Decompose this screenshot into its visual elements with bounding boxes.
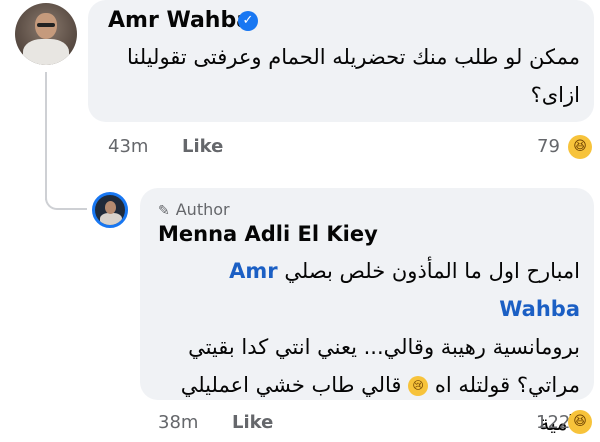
avatar[interactable] [15,3,77,65]
verified-badge-icon: ✓ [238,11,258,31]
comment-text: ممكن لو طلب منك تحضريله الحمام وعرفتى تق… [120,38,580,114]
reply-author-name[interactable]: Menna Adli El Kiey [158,222,378,246]
reply-text-segment: مراتي؟ قولتله اه [434,373,580,397]
reply-text-segment: امبارح اول ما المأذون خلص بصلي [284,259,580,283]
thread-line-branch [45,198,87,210]
comment-text-line: ازاى؟ [530,83,580,107]
laughing-emoji-icon[interactable]: 😆 [568,410,592,434]
comment-timestamp[interactable]: 43m [108,136,148,157]
reply-avatar[interactable] [92,192,128,228]
thread-line [45,72,47,200]
comment-text-line: ممكن لو طلب منك تحضريله الحمام وعرفتى تق… [127,45,580,69]
avatar-body [23,39,69,65]
reply-text-line: برومانسية رهيبة وقالي... يعني انتي كدا ب… [188,335,580,359]
avatar-head [105,201,116,214]
reply-text-segment: قالي طاب خشي اعمليلي [180,373,402,397]
reply-text-line: امبارح اول ما المأذون خلص بصلي Amr Wahba [160,252,580,328]
reply-text-line: مراتي؟ قولتله اه 😢 قالي طاب خشي اعمليلي [160,366,580,404]
pencil-icon: ✎ [158,203,170,219]
like-button[interactable]: Like [182,136,223,157]
sad-face-emoji-icon: 😢 [408,376,429,396]
laughing-emoji-icon[interactable]: 😆 [568,135,592,159]
author-badge: ✎ Author [158,200,230,219]
avatar-glasses [37,23,55,27]
reply-text: امبارح اول ما المأذون خلص بصلي Amr Wahba… [160,252,580,442]
comment-author-name[interactable]: Amr Wahba [108,8,251,33]
avatar-body [100,213,122,225]
author-badge-label: Author [175,200,230,219]
reaction-count[interactable]: 79 [537,136,560,157]
reply-text-line: بامية [538,411,580,435]
